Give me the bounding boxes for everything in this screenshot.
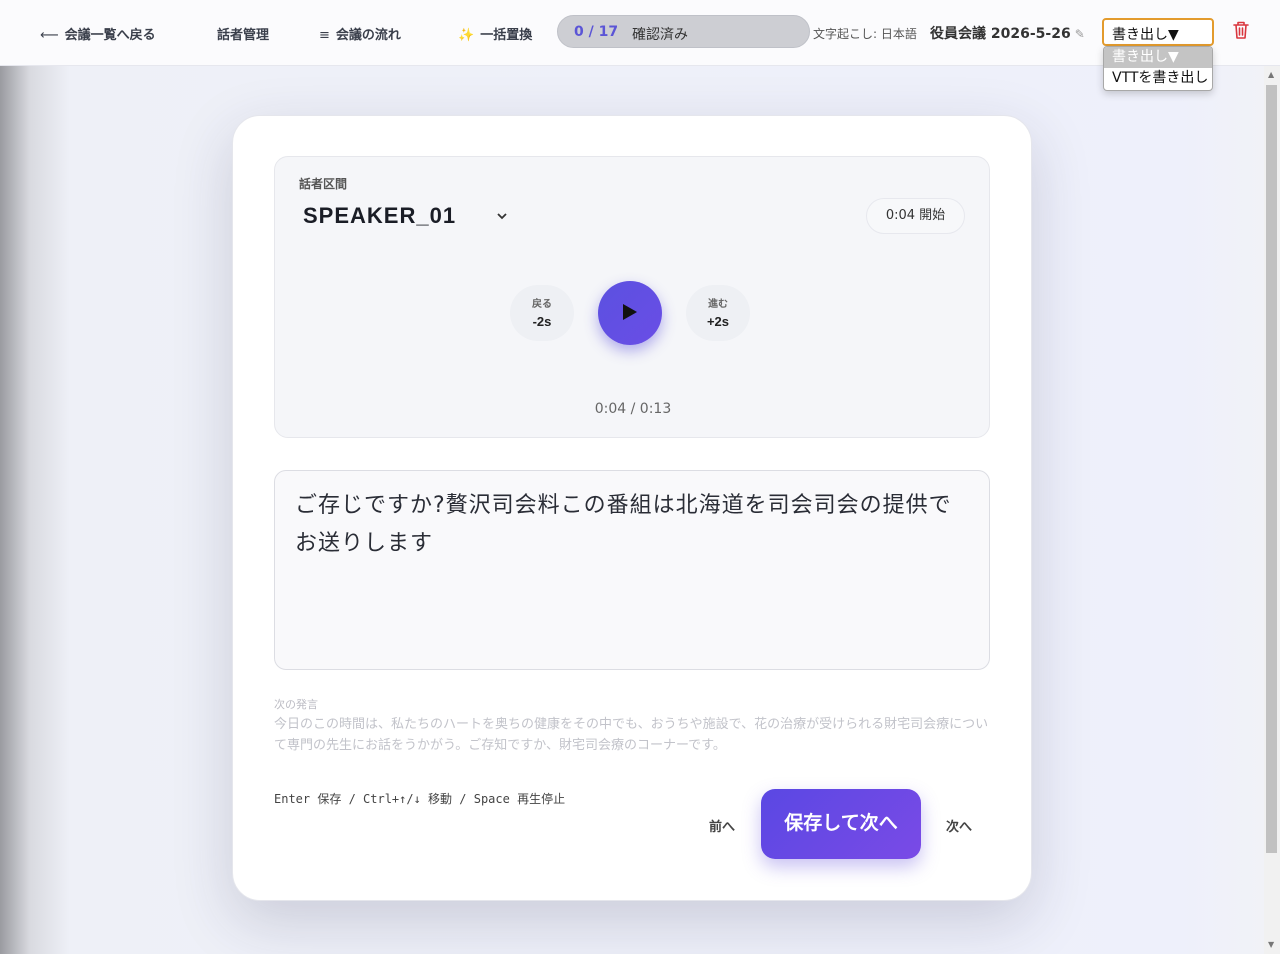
next-utterance-label: 次の発言 [274, 698, 318, 711]
segment-start-badge[interactable]: 0:04 開始 [866, 198, 965, 234]
confirmed-count: 0 / 17 [574, 24, 619, 40]
segment-label: 話者区間 [299, 177, 348, 191]
export-option-vtt[interactable]: VTTを書き出し [1104, 68, 1212, 89]
confirmed-progress-pill: 0 / 17 確認済み [557, 15, 810, 48]
next-utterance-text: 今日のこの時間は、私たちのハートを奥ちの健康をその中でも、おうちや施設で、花の治… [274, 717, 989, 753]
meeting-flow-label: 会議の流れ [335, 28, 401, 43]
transcript-textarea[interactable]: ご存じですか?贅沢司会料この番組は北海道を司会司会の提供でお送りします [274, 470, 990, 670]
previous-button[interactable]: 前へ [709, 816, 735, 835]
keyboard-shortcuts-hint: Enter 保存 / Ctrl+↑/↓ 移動 / Space 再生停止 [274, 792, 566, 806]
transcription-language: 文字起こし: 日本語 [813, 27, 917, 41]
export-option-default[interactable]: 書き出し▼ [1104, 47, 1212, 68]
next-button[interactable]: 次へ [946, 816, 972, 835]
pencil-icon[interactable]: ✎ [1075, 27, 1085, 41]
arrow-left-icon: ⟵ [40, 28, 59, 43]
skip-forward-label: 進む [708, 299, 728, 310]
speaker-segment-panel: 話者区間 SPEAKER_01 0:04 開始 戻る -2s 進む +2s 0:… [274, 156, 990, 438]
export-select[interactable]: 書き出し▼ [1102, 18, 1214, 46]
confirmed-label: 確認済み [632, 27, 688, 43]
meeting-title-text: 役員会議 2026-5-26 [930, 26, 1071, 42]
meeting-flow-button[interactable]: ≡ 会議の流れ [319, 24, 401, 43]
back-to-list-label: 会議一覧へ戻る [64, 28, 156, 43]
back-to-list-link[interactable]: ⟵ 会議一覧へ戻る [40, 24, 156, 43]
scrollbar-thumb[interactable] [1266, 85, 1277, 853]
segment-editor-card: 話者区間 SPEAKER_01 0:04 開始 戻る -2s 進む +2s 0:… [232, 115, 1032, 901]
top-bar: ⟵ 会議一覧へ戻る 話者管理 ≡ 会議の流れ ✨ 一括置換 0 / 17 確認済み 文… [0, 0, 1280, 66]
export-dropdown-menu: 書き出し▼ VTTを書き出し [1103, 46, 1213, 91]
skip-forward-button[interactable]: 進む +2s [686, 285, 750, 341]
scroll-up-arrow-icon[interactable]: ▲ [1268, 70, 1274, 79]
skip-back-label: 戻る [532, 299, 552, 310]
list-icon: ≡ [319, 28, 330, 43]
scroll-down-arrow-icon[interactable]: ▼ [1268, 940, 1274, 949]
bulk-replace-label: 一括置換 [480, 28, 533, 43]
skip-back-button[interactable]: 戻る -2s [510, 285, 574, 341]
chevron-down-icon[interactable] [497, 208, 507, 224]
speaker-select[interactable]: SPEAKER_01 [303, 203, 456, 229]
playback-time: 0:04 / 0:13 [594, 401, 672, 417]
meeting-title[interactable]: 役員会議 2026-5-26 ✎ [930, 23, 1085, 43]
save-and-next-button[interactable]: 保存して次へ [761, 789, 921, 859]
skip-back-amount: -2s [532, 314, 552, 329]
trash-icon[interactable] [1232, 20, 1250, 40]
skip-forward-amount: +2s [706, 314, 730, 329]
play-icon [623, 304, 637, 320]
page-scrollbar[interactable]: ▲ ▼ [1264, 66, 1280, 954]
sparkles-icon: ✨ [458, 28, 475, 43]
speaker-management-button[interactable]: 話者管理 [217, 24, 269, 43]
play-button[interactable] [598, 281, 662, 345]
bulk-replace-button[interactable]: ✨ 一括置換 [458, 24, 532, 43]
